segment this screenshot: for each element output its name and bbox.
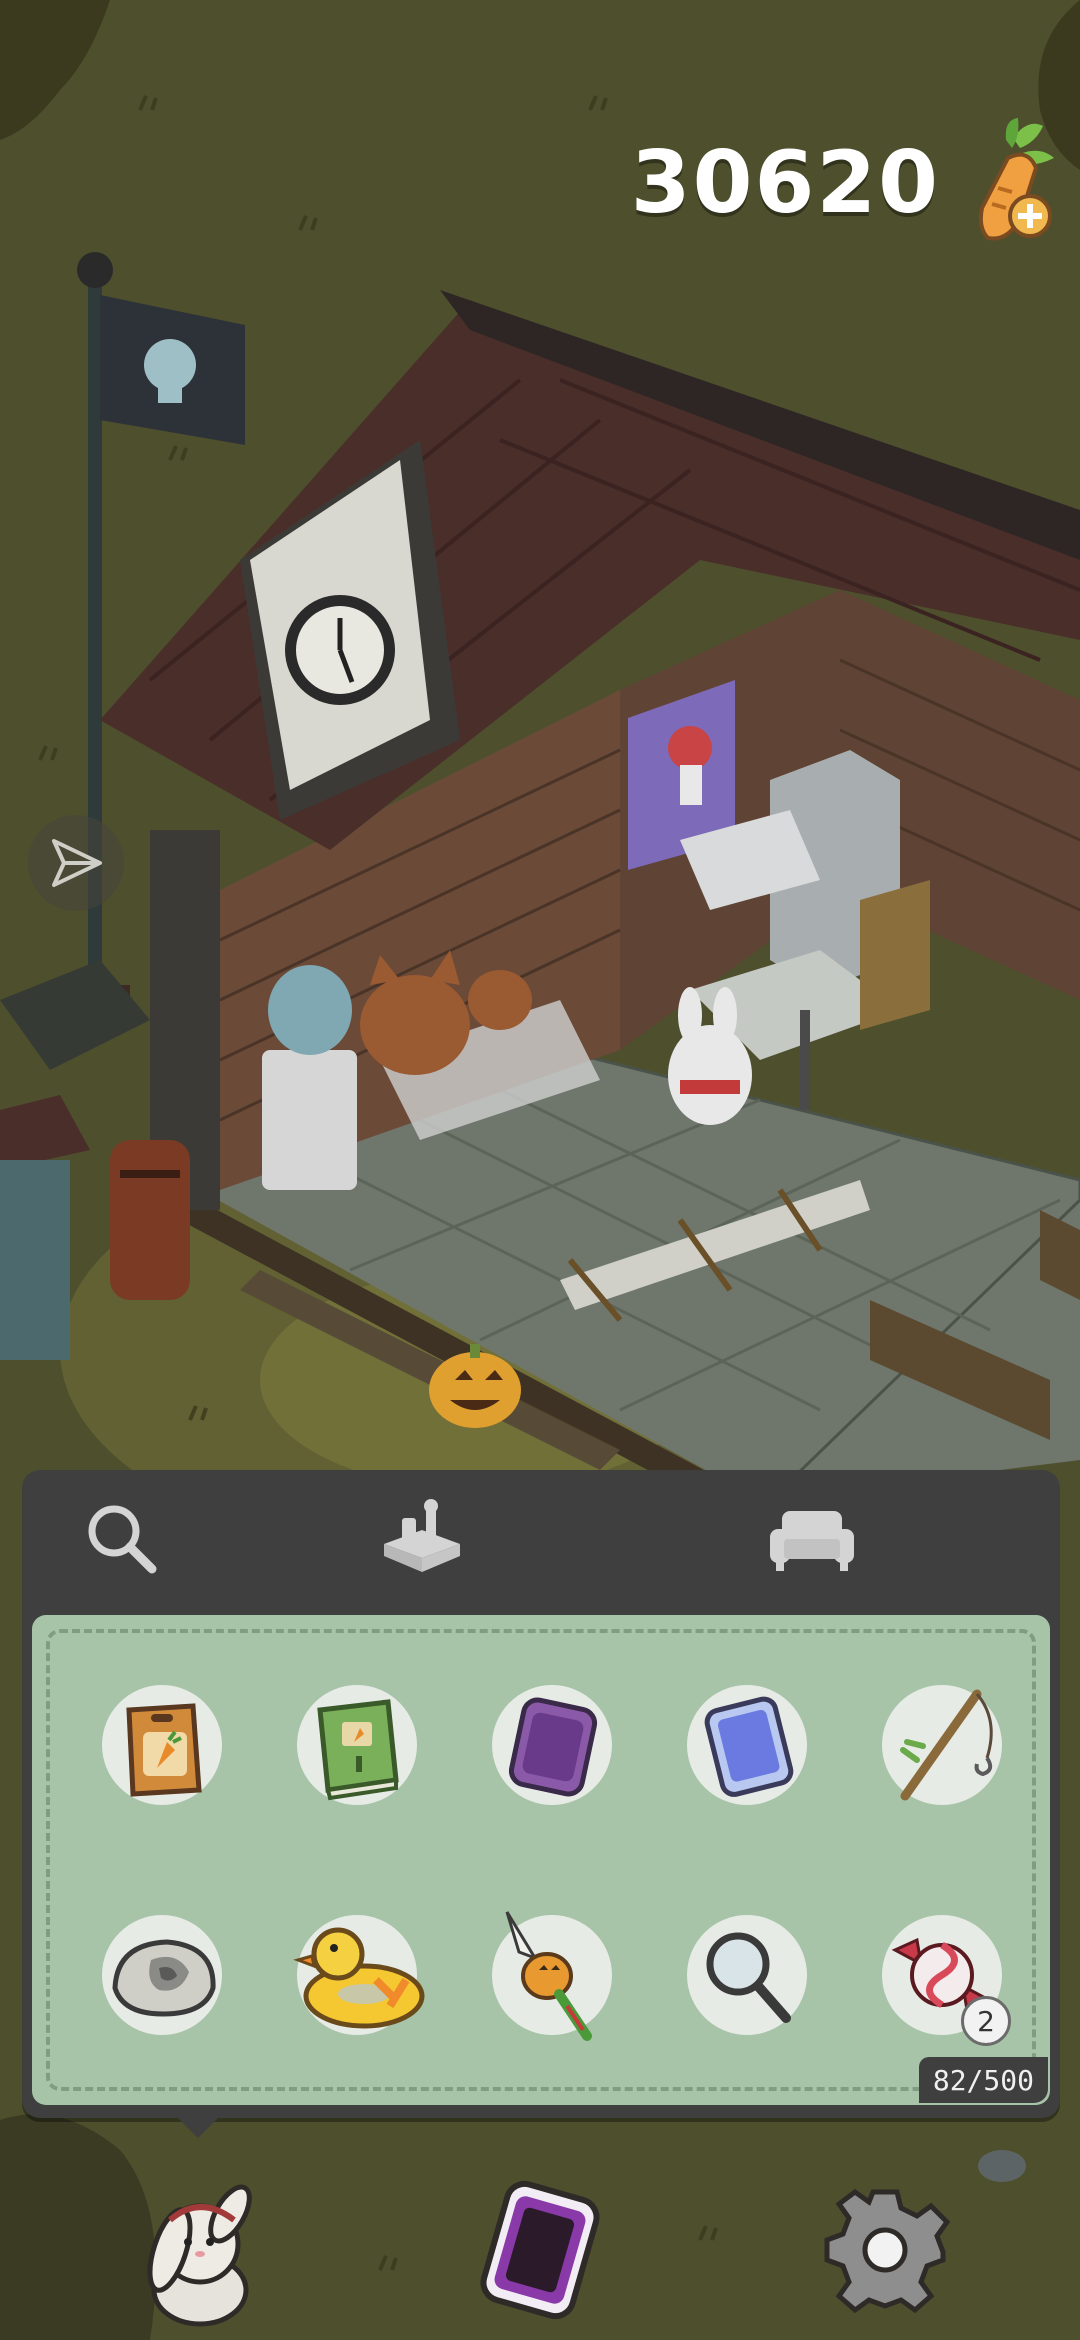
book-icon (317, 1699, 399, 1801)
magnifier-icon (88, 1505, 157, 1574)
fossil-icon (112, 1939, 216, 2017)
sofa-icon (770, 1511, 854, 1571)
crafting-box-icon (384, 1499, 460, 1572)
share-button[interactable] (28, 815, 124, 911)
tab-furniture[interactable] (732, 1470, 892, 1608)
inventory-capacity: 82/500 (918, 2057, 1048, 2103)
phone-icon (480, 2180, 600, 2320)
item-grid: 2 82/500 (32, 1615, 1050, 2105)
phone-button[interactable] (470, 2170, 610, 2330)
item-count-badge: 2 (961, 1996, 1011, 2046)
inventory-panel: 2 82/500 (22, 1470, 1060, 2118)
gear-icon (824, 2188, 951, 2314)
currency-value: 30620 (630, 133, 940, 233)
settings-button[interactable] (815, 2175, 955, 2325)
seed-packet-icon (126, 1703, 202, 1797)
item-slot-pumpkin-wand[interactable] (487, 1910, 617, 2041)
panel-pointer (172, 2112, 224, 2138)
character-button[interactable] (130, 2180, 270, 2330)
rock (978, 2150, 1026, 2182)
item-slot-purple-tablet[interactable] (487, 1680, 617, 1810)
post-box (110, 1140, 190, 1300)
duck-float-icon (293, 1927, 425, 2029)
item-slot-duck-float[interactable] (292, 1910, 425, 2040)
item-slot-seed-packet[interactable] (97, 1680, 227, 1810)
blue-phone-icon (704, 1696, 794, 1797)
magnifying-glass-icon (706, 1932, 791, 2023)
item-slot-fossil[interactable] (97, 1910, 227, 2040)
item-slot-blue-phone[interactable] (682, 1680, 812, 1810)
item-slot-green-book[interactable] (292, 1680, 422, 1810)
tab-search[interactable] (42, 1470, 202, 1608)
paper-plane-icon (52, 839, 102, 887)
item-slot-fishing-rod[interactable] (877, 1680, 1007, 1810)
purple-tablet-icon (508, 1697, 598, 1797)
item-slot-candy[interactable]: 2 (877, 1910, 1011, 2046)
carrot-plus-icon[interactable] (958, 118, 1058, 248)
pumpkin-wand-icon (505, 1911, 592, 2041)
bunny-avatar-icon (147, 2184, 252, 2327)
item-slot-magnifying-glass[interactable] (682, 1910, 812, 2040)
fishing-rod-icon (900, 1689, 993, 1801)
tab-crafting[interactable] (342, 1470, 502, 1608)
currency-display: 30620 (631, 118, 1058, 248)
